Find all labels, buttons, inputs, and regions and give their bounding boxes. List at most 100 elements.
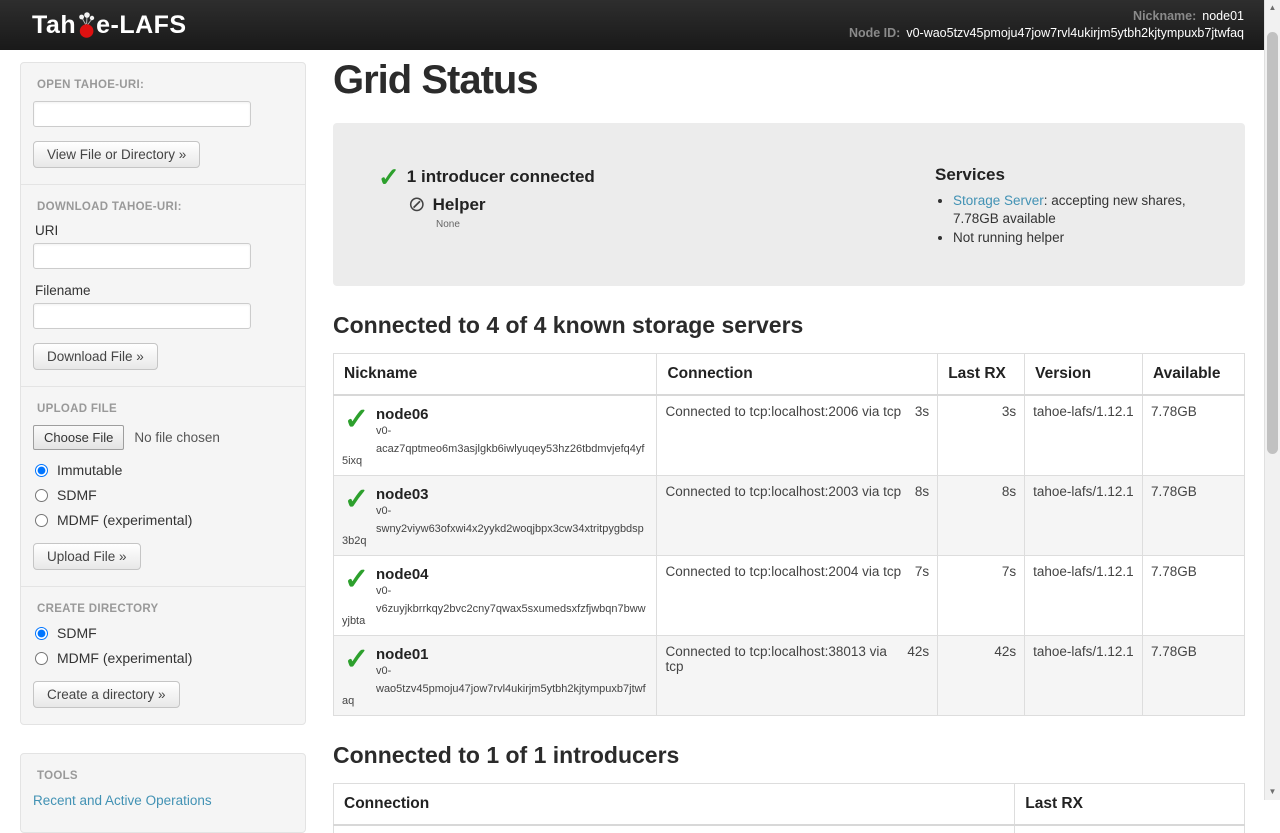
- available-cell: 7.78GB: [1143, 636, 1245, 716]
- storage-server-row: ✓ node06 v0- acaz7qptmeo6m3asjlgkb6iwlyu…: [334, 395, 1245, 476]
- download-section: DOWNLOAD TAHOE-URI: URI Filename Downloa…: [21, 184, 305, 386]
- col-connection: Connection: [334, 784, 1015, 826]
- upload-format-option-immutable: Immutable: [35, 462, 293, 478]
- connected-check-icon: ✓: [344, 644, 372, 688]
- sdmf-radio-label: SDMF: [57, 487, 97, 503]
- storage-server-link[interactable]: Storage Server: [953, 193, 1044, 208]
- mkdir-sdmf-radio-label: SDMF: [57, 625, 97, 641]
- storage-server-row: ✓ node01 v0- wao5tzv45pmoju47jow7rvl4uki…: [334, 636, 1245, 716]
- node-meta: Nickname:node01 Node ID:v0-wao5tzv45pmoj…: [849, 8, 1244, 42]
- last-rx-cell: 7s: [938, 556, 1025, 636]
- download-file-button[interactable]: Download File »: [33, 343, 158, 370]
- connected-check-icon: ✓: [344, 484, 372, 528]
- server-nickname: node04: [342, 564, 648, 583]
- download-filename-input[interactable]: [33, 303, 251, 329]
- server-id-prefix: v0-: [342, 505, 648, 517]
- open-uri-label: OPEN TAHOE-URI:: [37, 79, 293, 91]
- create-directory-button[interactable]: Create a directory »: [33, 681, 180, 708]
- storage-server-row: ✓ node03 v0- swny2viyw63ofxwi4x2yykd2woq…: [334, 476, 1245, 556]
- available-cell: 7.78GB: [1143, 476, 1245, 556]
- server-id-hash: acaz7qptmeo6m3asjlgkb6iwlyuqey53hz26tbdm…: [342, 443, 648, 467]
- view-file-button[interactable]: View File or Directory »: [33, 141, 200, 168]
- tahoe-lafs-logo: Tah e-LAFS: [32, 11, 187, 40]
- logo-balloon-icon: [78, 12, 95, 39]
- version-cell: tahoe-lafs/1.12.1: [1025, 395, 1143, 476]
- download-uri-input[interactable]: [33, 243, 251, 269]
- logo-text-pre: Tah: [32, 11, 76, 40]
- connection-cell: Connected to tcp:localhost:2004 via tcp7…: [657, 556, 938, 636]
- nickname-row: Nickname:node01: [849, 8, 1244, 25]
- scrollbar-thumb[interactable]: [1267, 32, 1278, 454]
- introducer-row: ✓ Connected to tcp:localhost:39165 via t…: [334, 825, 1245, 833]
- server-nickname: node06: [342, 404, 648, 423]
- immutable-radio[interactable]: [35, 464, 48, 477]
- col-nickname: Nickname: [334, 354, 657, 396]
- storage-table-header-row: Nickname Connection Last RX Version Avai…: [334, 354, 1245, 396]
- connection-cell: Connected to tcp:localhost:38013 via tcp…: [657, 636, 938, 716]
- top-header: Tah e-LAFS Nickname:node01 Node ID:v0-wa…: [0, 0, 1280, 50]
- create-directory-label: CREATE DIRECTORY: [37, 603, 293, 615]
- connected-check-icon: ✓: [344, 564, 372, 608]
- scroll-down-arrow[interactable]: ▼: [1265, 784, 1280, 800]
- last-rx-cell: 8s: [938, 476, 1025, 556]
- server-id-hash: swny2viyw63ofxwi4x2yykd2woqjbpx3cw34xtri…: [342, 523, 648, 547]
- upload-label: UPLOAD FILE: [37, 403, 293, 415]
- nickname-label: Nickname:: [1133, 9, 1196, 23]
- vertical-scrollbar[interactable]: ▲ ▼: [1264, 0, 1280, 800]
- col-available: Available: [1143, 354, 1245, 396]
- connection-cell: Connected to tcp:localhost:2003 via tcp8…: [657, 476, 938, 556]
- filename-field-label: Filename: [35, 283, 293, 298]
- helper-title: Helper: [433, 195, 486, 215]
- storage-servers-heading: Connected to 4 of 4 known storage server…: [333, 312, 1245, 339]
- no-helper-icon: ⊘: [408, 195, 426, 215]
- upload-section: UPLOAD FILE Choose File No file chosen I…: [21, 386, 305, 586]
- col-last-rx: Last RX: [1015, 784, 1245, 826]
- mdmf-radio-label: MDMF (experimental): [57, 512, 192, 528]
- nickname-cell: ✓ node04 v0- v6zuyjkbrrkqy2bvc2cny7qwax5…: [334, 556, 657, 636]
- node-id-value: v0-wao5tzv45pmoju47jow7rvl4ukirjm5ytbh2k…: [906, 26, 1244, 40]
- logo-text-post: e-LAFS: [96, 11, 187, 40]
- introducer-status-text: 1 introducer connected: [407, 165, 595, 187]
- mkdir-mdmf-radio-label: MDMF (experimental): [57, 650, 192, 666]
- download-label: DOWNLOAD TAHOE-URI:: [37, 201, 293, 213]
- sidebar-forms-panel: OPEN TAHOE-URI: View File or Directory »…: [20, 62, 306, 725]
- connection-cell: ✓ Connected to tcp:localhost:39165 via t…: [334, 825, 1015, 833]
- upload-file-button[interactable]: Upload File »: [33, 543, 141, 570]
- server-nickname: node01: [342, 644, 648, 663]
- introducers-table: Connection Last RX ✓ Connected to tcp:lo…: [333, 783, 1245, 833]
- helper-service-item: Not running helper: [953, 229, 1217, 247]
- connection-text: Connected to tcp:localhost:2006 via tcp: [665, 404, 901, 419]
- connected-for: 8s: [915, 484, 929, 499]
- connection-text: Connected to tcp:localhost:38013 via tcp: [665, 644, 899, 674]
- mkdir-format-option-sdmf: SDMF: [35, 625, 293, 641]
- connected-check-icon: ✓: [344, 404, 372, 448]
- col-version: Version: [1025, 354, 1143, 396]
- open-uri-input[interactable]: [33, 101, 251, 127]
- services-section: Services Storage Server: accepting new s…: [935, 165, 1227, 248]
- last-rx-cell: 4s: [1015, 825, 1245, 833]
- version-cell: tahoe-lafs/1.12.1: [1025, 636, 1143, 716]
- mkdir-mdmf-radio[interactable]: [35, 652, 48, 665]
- create-directory-section: CREATE DIRECTORY SDMF MDMF (experimental…: [21, 586, 305, 724]
- storage-server-row: ✓ node04 v0- v6zuyjkbrrkqy2bvc2cny7qwax5…: [334, 556, 1245, 636]
- recent-operations-link[interactable]: Recent and Active Operations: [33, 793, 212, 808]
- main-content: Grid Status ✓ 1 introducer connected ⊘ H…: [333, 58, 1245, 833]
- version-cell: tahoe-lafs/1.12.1: [1025, 556, 1143, 636]
- choose-file-button[interactable]: Choose File: [33, 425, 124, 450]
- immutable-radio-label: Immutable: [57, 462, 122, 478]
- mdmf-radio[interactable]: [35, 514, 48, 527]
- col-last-rx: Last RX: [938, 354, 1025, 396]
- summary-status: ✓ 1 introducer connected ⊘ Helper None: [378, 165, 935, 248]
- available-cell: 7.78GB: [1143, 556, 1245, 636]
- connected-for: 3s: [915, 404, 929, 419]
- tools-label: TOOLS: [37, 770, 293, 782]
- col-connection: Connection: [657, 354, 938, 396]
- connection-cell: Connected to tcp:localhost:2006 via tcp 3…: [657, 395, 938, 476]
- server-id-hash: wao5tzv45pmoju47jow7rvl4ukirjm5ytbh2kjty…: [342, 683, 648, 707]
- server-id-prefix: v0-: [342, 425, 648, 437]
- sdmf-radio[interactable]: [35, 489, 48, 502]
- server-id-prefix: v0-: [342, 665, 648, 677]
- grid-summary-box: ✓ 1 introducer connected ⊘ Helper None S…: [333, 123, 1245, 286]
- scroll-up-arrow[interactable]: ▲: [1265, 0, 1280, 16]
- mkdir-sdmf-radio[interactable]: [35, 627, 48, 640]
